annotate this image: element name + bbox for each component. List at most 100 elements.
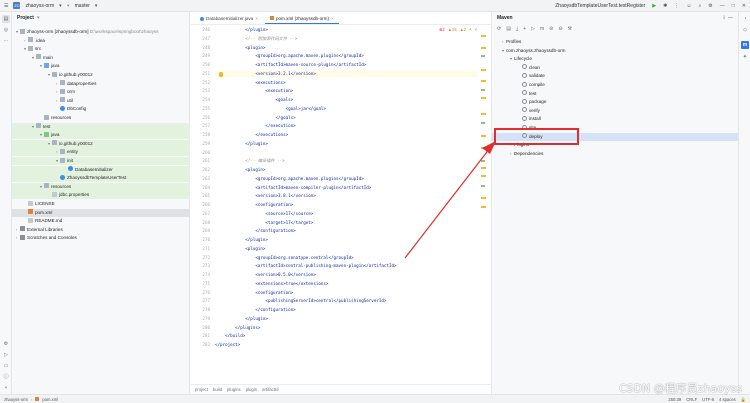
scrollbar-markers[interactable] <box>478 25 490 355</box>
commit-icon[interactable]: ◎ <box>2 26 10 34</box>
branch-switcher[interactable]: master <box>75 3 90 9</box>
maven-tree-item-package[interactable]: package <box>492 98 739 106</box>
toggle-offline-icon[interactable]: ⊘ <box>549 26 553 32</box>
breadcrumb-item[interactable]: plugin <box>246 387 257 392</box>
ai-assistant-icon[interactable]: ✦ <box>741 53 749 61</box>
tree-item[interactable]: ▾ src <box>12 45 190 53</box>
tree-item[interactable]: ZhaoyssdbTemplateUserTest <box>12 174 190 183</box>
maven-tree-item-com-zhaoyss-zhaoyssdb-orm[interactable]: ▾ com.zhaoyss.zhaoyssdb-orm <box>492 47 739 55</box>
settings-icon[interactable]: ⚙ <box>708 3 712 9</box>
folder-icon[interactable]: ▤ <box>506 26 511 32</box>
editor-tab[interactable]: DatabaseInitializer.java × <box>195 13 263 24</box>
breadcrumb-item[interactable]: artifactId <box>262 387 278 392</box>
tree-item[interactable]: › orm <box>12 88 190 96</box>
run-icon[interactable]: ▷ <box>531 26 535 32</box>
tree-item[interactable]: ▾ io.github.y00012 <box>12 139 190 148</box>
problems-icon[interactable]: ⓘ <box>2 373 10 381</box>
tree-item[interactable]: ▾ zhaoyss-orm [zhaoyssdb-orm] D:\workspac… <box>12 28 190 36</box>
chevron-down-icon[interactable]: ▾ <box>37 15 40 21</box>
maven-tool-icon[interactable]: m <box>741 41 749 49</box>
folder-icon[interactable]: ▤ <box>2 15 10 23</box>
tree-item[interactable]: ▾ init <box>12 157 190 165</box>
tree-item[interactable]: LICENSE <box>12 200 190 208</box>
inspection-widget[interactable]: ⊗2 ▲16 ▲2 ˄ ˅ <box>439 27 477 32</box>
maven-tree-item-compile[interactable]: compile <box>492 81 739 89</box>
tree-item[interactable]: DbConfig <box>12 105 190 113</box>
services-icon[interactable]: ⚙ <box>2 340 10 348</box>
tree-item[interactable]: › entity <box>12 148 190 157</box>
error-count[interactable]: ⊗2 <box>439 27 445 32</box>
close-icon[interactable]: × <box>331 13 334 24</box>
xml-icon <box>28 209 33 215</box>
tree-item[interactable]: ▾ main <box>12 54 190 62</box>
structure-icon[interactable]: ⋯ <box>2 37 10 45</box>
maven-tree-item-test[interactable]: test <box>492 90 739 98</box>
maven-tree-item-clean[interactable]: clean <box>492 64 739 72</box>
wrench-icon[interactable]: ⚒ <box>568 26 572 32</box>
caret-position[interactable]: 250:39 <box>668 397 681 402</box>
breadcrumb-item[interactable]: build <box>213 387 222 392</box>
debug-icon[interactable]: ✱ <box>663 3 667 9</box>
reload-icon[interactable]: ⟳ <box>497 26 501 32</box>
indent-setting[interactable]: 4 spaces <box>719 397 736 402</box>
tree-item[interactable]: › Scratches and Consoles <box>12 234 190 242</box>
maven-tree-item-profiles[interactable]: › Profiles <box>492 38 739 46</box>
tree-item[interactable]: ▾ java <box>12 62 190 70</box>
maven-tree-item-lifecycle[interactable]: ▾ Lifecycle <box>492 55 739 63</box>
file-encoding[interactable]: UTF-8 <box>702 397 714 402</box>
tree-item[interactable]: README.md <box>12 217 190 225</box>
search-icon[interactable]: ⌕ <box>698 3 701 9</box>
weak-warning-count[interactable]: ▲2 <box>460 27 467 32</box>
project-panel-title[interactable]: Project <box>17 15 34 21</box>
tree-item[interactable]: ▾ java <box>12 131 190 140</box>
m-icon[interactable]: m <box>540 26 544 32</box>
minimize-icon[interactable]: — <box>720 3 725 9</box>
add-icon[interactable]: + <box>523 26 526 32</box>
database-icon[interactable]: ◇ <box>741 26 749 34</box>
terminal-icon[interactable]: ▭ <box>2 362 10 370</box>
breadcrumb-item[interactable]: plugins <box>227 387 241 392</box>
tree-item[interactable]: ▾ resources <box>12 182 190 191</box>
chevron-down-icon[interactable]: ▾ <box>59 3 62 9</box>
git-icon[interactable]: ⑂ <box>2 384 10 392</box>
tree-item[interactable]: resources <box>12 114 190 122</box>
hamburger-icon[interactable]: ☰ <box>4 3 8 9</box>
tree-item[interactable]: › util <box>12 97 190 105</box>
project-switcher[interactable]: zhaoyss-orm <box>25 3 54 9</box>
more-icon[interactable]: ⋮ — <box>722 15 733 21</box>
tree-item[interactable]: › dataproperties <box>12 80 190 88</box>
user-icon[interactable]: ☺ <box>686 3 691 9</box>
close-icon[interactable]: ✕ <box>742 3 746 9</box>
code-view[interactable]: </plugin> <!-- 附加源代码文件 --> <plugin> <gro… <box>215 25 477 355</box>
tree-item[interactable]: ▾ io.github.y00012 <box>12 71 190 79</box>
maven-tree-item-dependencies[interactable]: › Dependencies <box>492 150 739 158</box>
tree-item[interactable]: pom.xml <box>12 208 190 217</box>
maven-tree-item-install[interactable]: install <box>492 115 739 123</box>
more-icon[interactable]: ⋮ <box>674 3 679 9</box>
chevron-up-icon[interactable]: ˄ <box>469 27 471 32</box>
tree-item[interactable]: › .idea <box>12 37 190 45</box>
chevron-down-icon[interactable]: ˅ <box>475 27 477 32</box>
status-file[interactable]: pom.xml <box>42 397 58 402</box>
warning-count[interactable]: ▲16 <box>448 27 457 32</box>
skip-tests-icon[interactable]: ⊖ <box>558 26 562 32</box>
run-tool-icon[interactable]: ▷ <box>2 351 10 359</box>
chevron-down-icon[interactable]: ▾ <box>95 3 98 9</box>
maximize-icon[interactable]: □ <box>732 3 735 9</box>
lock-icon[interactable]: 🔓 <box>741 397 746 403</box>
notifications-icon[interactable]: ◔ <box>741 15 749 23</box>
tree-item[interactable]: DatabaseInitializer <box>12 165 190 174</box>
close-icon[interactable]: × <box>255 13 258 24</box>
run-config-selector[interactable]: ZhaoysdbTemplateUserTest.testRegister <box>555 3 645 9</box>
run-icon[interactable]: ▶ <box>652 3 656 9</box>
maven-tree-item-verify[interactable]: verify <box>492 107 739 115</box>
breadcrumb-item[interactable]: project <box>195 387 208 392</box>
line-separator[interactable]: CRLF <box>686 397 697 402</box>
tree-item[interactable]: ▾ test <box>12 122 190 131</box>
maven-tree-item-validate[interactable]: validate <box>492 72 739 80</box>
tree-item[interactable]: jdbc.properties <box>12 191 190 200</box>
editor-tab[interactable]: pom.xml (zhaoyssdb-orm) × <box>264 13 339 24</box>
status-project[interactable]: zhaoyss-orm <box>4 397 28 402</box>
tree-item[interactable]: › External Libraries <box>12 226 190 234</box>
download-icon[interactable]: ⤓ <box>516 26 518 32</box>
